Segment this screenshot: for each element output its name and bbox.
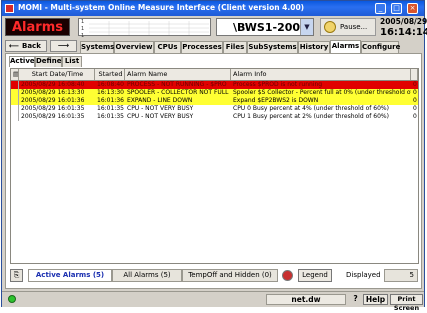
pause-icon [324,21,336,33]
col-alarm-name[interactable]: Alarm Name [125,69,231,80]
tab-active-alarms[interactable]: Active Alarms (5) [28,269,112,282]
forward-button[interactable]: ⟶ [50,40,77,52]
status-host: net.dw [266,294,346,305]
tab-systems[interactable]: Systems [80,41,114,53]
cell-name: CPU - NOT VERY BUSY [127,113,194,120]
cell-started: 16:01:35 [97,105,124,112]
clock-date: 2005/08/29 [380,17,427,26]
tab-files[interactable]: Files [223,41,247,53]
connection-status-icon [8,295,16,303]
minimize-button[interactable]: _ [375,3,386,14]
cell-start: 2005/08/29 16:01:35 [21,105,85,112]
window-title: MOMI - Multi-system Online Measure Inter… [18,3,305,12]
nav-bar: ⟵ Back ⟶ Systems Overview CPUs Processes… [2,40,424,53]
table-header: ▤ Start Date/Time Started Alarm Name Ala… [11,69,418,81]
alarm-bell-icon [282,270,293,281]
col-start-datetime[interactable]: Start Date/Time [19,69,95,80]
cell-start: 2005/08/29 16:01:36 [21,97,85,104]
tab-all-alarms[interactable]: All Alarms (5) [112,269,182,282]
table-row[interactable]: 2005/08/29 16:01:35 16:01:35 CPU - NOT VER… [11,105,418,113]
cell-info: CPU 1 Busy percent at 2% (under threshol… [233,113,389,120]
title-bar: MOMI - Multi-system Online Measure Inter… [2,1,424,16]
tab-tempoff-hidden[interactable]: TempOff and Hidden (0) [182,269,278,282]
close-button[interactable]: × [407,3,418,14]
row-selector[interactable] [11,105,19,113]
cell-count: 0 [413,105,417,112]
col-started[interactable]: Started [95,69,125,80]
tab-overview[interactable]: Overview [114,41,154,53]
tab-subsystems[interactable]: SubSystems [247,41,298,53]
app-window: MOMI - Multi-system Online Measure Inter… [1,0,427,312]
alarms-label: Alarms [12,20,63,35]
cell-start: 2005/08/29 16:01:35 [21,113,85,120]
cell-started: 16:01:35 [97,113,124,120]
graph-axis: 1 1 1 [81,19,85,39]
status-bar: net.dw ? Help Print Screen [2,291,424,312]
col-alarm-info[interactable]: Alarm Info [231,69,411,80]
row-selector[interactable] [11,113,19,121]
alarms-panel: Active Define List ▤ Start Date/Time Sta… [5,53,422,289]
cell-info: Expand $EP2BWS2 is DOWN [233,97,319,104]
tab-cpus[interactable]: CPUs [154,41,181,53]
col-extra [411,69,418,80]
cell-count: 0 [413,81,417,88]
tab-processes[interactable]: Processes [181,41,223,53]
row-selector[interactable] [11,89,19,97]
table-row[interactable]: 2005/08/29 16:13:30 16:13:30 SPOOLER - COL… [11,89,418,97]
list-view-icon[interactable]: ⎘ [10,269,23,282]
cell-info: Process $PROD is not running [233,81,323,88]
maximize-button[interactable]: □ [391,3,402,14]
pause-button[interactable]: Pause... [320,18,376,36]
help-button[interactable]: Help [363,294,388,305]
tab-alarms[interactable]: Alarms [330,40,361,53]
select-all-icon[interactable]: ▤ [11,69,19,80]
app-icon [5,4,14,13]
cell-started: 16:13:30 [97,89,124,96]
back-button[interactable]: ⟵ Back [5,40,47,52]
cell-count: 0 [413,113,417,120]
displayed-label: Displayed [346,271,381,279]
cell-start: 2005/08/29 16:13:30 [21,89,85,96]
tab-history[interactable]: History [298,41,330,53]
clock-time: 16:14:14 [380,27,427,38]
help-question-icon[interactable]: ? [350,294,361,305]
cell-started: 16:08:40 [97,81,124,88]
cell-info: CPU 0 Busy percent at 4% (under threshol… [233,105,389,112]
displayed-count: 5 [384,269,418,282]
cell-count: 0 [413,97,417,104]
row-selector[interactable] [11,97,19,105]
alarms-table: ▤ Start Date/Time Started Alarm Name Ala… [10,68,419,264]
legend-button[interactable]: Legend [298,269,332,282]
cell-count: 0 [413,89,417,96]
cell-name: EXPAND - LINE DOWN [127,97,193,104]
table-row[interactable]: 2005/08/29 16:01:35 16:01:35 CPU - NOT VER… [11,113,418,121]
table-row[interactable]: 2005/08/29 16:01:36 16:01:36 EXPAND - LINE… [11,97,418,105]
cell-name: CPU - NOT VERY BUSY [127,105,194,112]
bottom-bar: ⎘ Active Alarms (5) All Alarms (5) TempO… [10,266,419,284]
host-selector[interactable]: \BWS1-2004 ▼ [216,18,314,36]
forward-arrow-icon: ⟶ [57,41,70,50]
cell-started: 16:01:36 [97,97,124,104]
subtab-define[interactable]: Define [35,56,62,67]
cell-info: Spooler $S Collector - Percent full at 0… [233,89,411,96]
graph-grid [89,21,209,35]
table-row[interactable]: 2005/08/29 16:08:40 16:08:40 PROCESS - NOT… [11,81,418,89]
row-selector[interactable] [11,81,19,89]
subtab-active[interactable]: Active [9,56,35,67]
chevron-down-icon[interactable]: ▼ [300,19,313,35]
tab-configure[interactable]: Configure [361,41,400,53]
host-name: \BWS1-2004 [233,21,308,34]
cell-name: PROCESS - NOT RUNNING - $PRO [127,81,227,88]
back-arrow-icon: ⟵ [9,42,20,50]
activity-graph: 1 1 1 [78,18,211,39]
subtab-list[interactable]: List [62,56,82,67]
cell-start: 2005/08/29 16:08:40 [21,81,85,88]
cell-name: SPOOLER - COLLECTOR NOT FULL [127,89,229,96]
print-screen-button[interactable]: Print Screen [390,294,423,312]
header: Alarms 1 1 1 \BWS1-2004 ▼ Pause... 2005/… [2,16,427,40]
clock: 2005/08/29 16:14:14 [380,17,427,38]
alarms-indicator: Alarms [5,18,70,36]
